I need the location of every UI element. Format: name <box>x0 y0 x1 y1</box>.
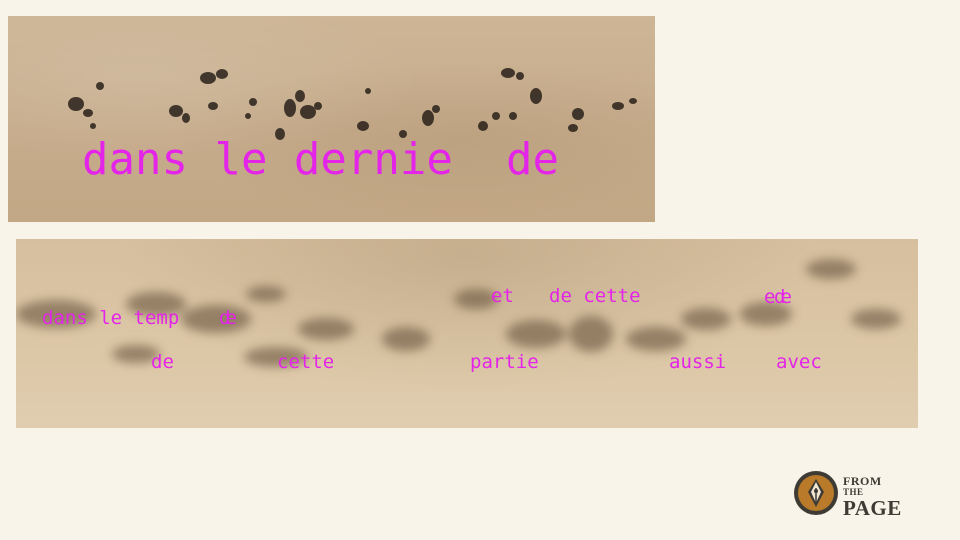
logo-text-page: PAGE <box>843 496 902 520</box>
manuscript-image-top: dans le dernie de <box>8 16 655 222</box>
transcription-word: de <box>151 351 174 373</box>
transcription-word: avec <box>776 351 822 373</box>
transcription-word: partie <box>470 351 539 373</box>
from-the-page-logo: FROM THE PAGE <box>793 470 918 520</box>
manuscript-image-bottom: dans le temp de et de cette e de de cett… <box>16 239 918 428</box>
transcription-word: de cette <box>549 285 641 307</box>
transcription-word: dans le dernie <box>82 134 453 185</box>
ink-strokes-bottom <box>16 259 901 367</box>
transcription-word: dans le temp <box>42 307 180 329</box>
transcription-word: cette <box>277 351 335 373</box>
transcription-word: de <box>774 286 792 308</box>
transcription-word: et <box>491 285 514 307</box>
transcription-word: aussi <box>669 351 727 373</box>
ink-strokes-top <box>68 68 637 140</box>
transcription-word: de <box>219 307 237 329</box>
transcription-word: de <box>506 134 559 185</box>
pen-nib-icon <box>794 471 838 515</box>
